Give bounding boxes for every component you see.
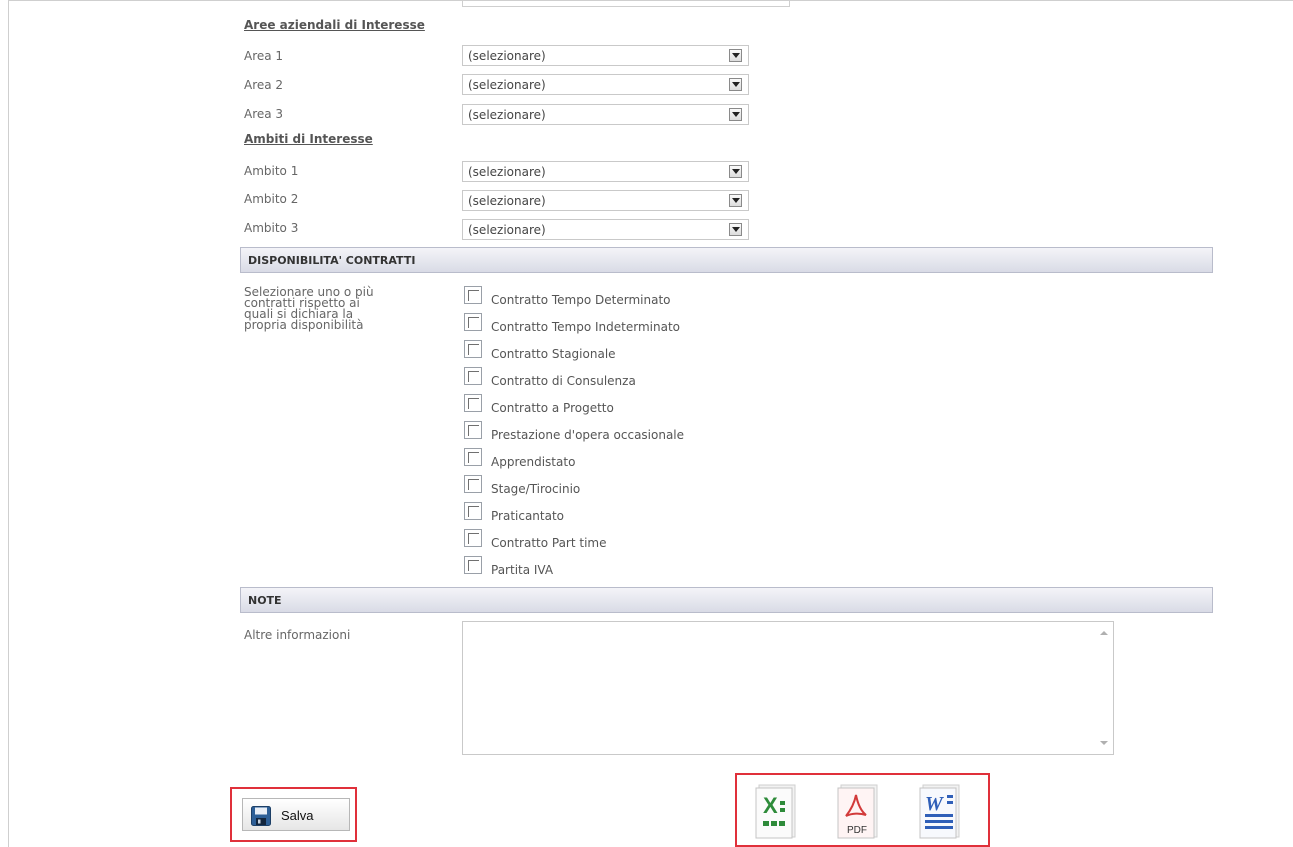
- contract-option-label: Stage/Tirocinio: [491, 482, 581, 496]
- checkbox[interactable]: [464, 475, 482, 493]
- checkbox[interactable]: [464, 448, 482, 466]
- ambito-3-value: (selezionare): [468, 223, 546, 237]
- checkbox[interactable]: [464, 529, 482, 547]
- checkbox[interactable]: [464, 421, 482, 439]
- floppy-disk-icon: [251, 806, 271, 826]
- ambito-2-label: Ambito 2: [244, 192, 299, 206]
- save-button-label: Salva: [281, 808, 314, 823]
- pdf-icon-label: PDF: [847, 825, 867, 836]
- checkbox[interactable]: [464, 286, 482, 304]
- chevron-down-icon[interactable]: [729, 194, 742, 207]
- ambito-3-select[interactable]: (selezionare): [462, 219, 749, 240]
- ambito-1-select[interactable]: (selezionare): [462, 161, 749, 182]
- notes-textarea[interactable]: [462, 621, 1114, 755]
- area-2-select[interactable]: (selezionare): [462, 74, 749, 95]
- contract-option-label: Prestazione d'opera occasionale: [491, 428, 685, 442]
- contracts-section-header: DISPONIBILITA' CONTRATTI: [240, 247, 1213, 273]
- chevron-down-icon[interactable]: [729, 49, 742, 62]
- svg-text:X: X: [763, 793, 778, 818]
- ambito-3-label: Ambito 3: [244, 221, 299, 235]
- previous-field-bottom: [462, 0, 790, 7]
- chevron-down-icon[interactable]: [729, 165, 742, 178]
- contract-option-label: Contratto Part time: [491, 536, 607, 550]
- ambito-1-label: Ambito 1: [244, 164, 299, 178]
- contracts-help-text: Selezionare uno o più contratti rispetto…: [244, 286, 419, 332]
- contract-option-label: Partita IVA: [491, 563, 554, 577]
- contract-option-label: Apprendistato: [491, 455, 576, 469]
- contract-option-label: Contratto a Progetto: [491, 401, 614, 415]
- area-1-label: Area 1: [244, 49, 284, 63]
- chevron-down-icon[interactable]: [729, 223, 742, 236]
- checkbox[interactable]: [464, 340, 482, 358]
- area-2-label: Area 2: [244, 78, 284, 92]
- excel-export-icon[interactable]: X: [755, 783, 799, 839]
- contract-option-label: Praticantato: [491, 509, 565, 523]
- scroll-down-icon[interactable]: [1100, 741, 1108, 745]
- contract-option-label: Contratto di Consulenza: [491, 374, 636, 388]
- area-3-select[interactable]: (selezionare): [462, 104, 749, 125]
- ambito-1-value: (selezionare): [468, 165, 546, 179]
- save-button[interactable]: Salva: [242, 798, 350, 831]
- contract-option-label: Contratto Tempo Indeterminato: [491, 320, 681, 334]
- checkbox[interactable]: [464, 556, 482, 574]
- word-export-icon[interactable]: W: [919, 783, 963, 839]
- checkbox[interactable]: [464, 502, 482, 520]
- chevron-down-icon[interactable]: [729, 108, 742, 121]
- ambiti-section-title: Ambiti di Interesse: [244, 132, 373, 146]
- notes-label: Altre informazioni: [244, 628, 351, 642]
- contracts-section-title: DISPONIBILITA' CONTRATTI: [248, 254, 416, 267]
- contract-option-label: Contratto Stagionale: [491, 347, 616, 361]
- pdf-export-icon[interactable]: PDF: [837, 783, 881, 839]
- scrollbar[interactable]: [1095, 622, 1113, 754]
- areas-section-title: Aree aziendali di Interesse: [244, 18, 425, 32]
- notes-section-title: NOTE: [248, 594, 282, 607]
- scroll-up-icon[interactable]: [1100, 631, 1108, 635]
- area-3-value: (selezionare): [468, 108, 546, 122]
- svg-text:W: W: [925, 793, 944, 815]
- area-1-select[interactable]: (selezionare): [462, 45, 749, 66]
- chevron-down-icon[interactable]: [729, 78, 742, 91]
- checkbox[interactable]: [464, 313, 482, 331]
- area-2-value: (selezionare): [468, 78, 546, 92]
- ambito-2-select[interactable]: (selezionare): [462, 190, 749, 211]
- checkbox[interactable]: [464, 367, 482, 385]
- ambito-2-value: (selezionare): [468, 194, 546, 208]
- contract-option-label: Contratto Tempo Determinato: [491, 293, 671, 307]
- contracts-help-line: propria disponibilità: [244, 318, 364, 332]
- area-1-value: (selezionare): [468, 49, 546, 63]
- area-3-label: Area 3: [244, 107, 284, 121]
- notes-section-header: NOTE: [240, 587, 1213, 613]
- checkbox[interactable]: [464, 394, 482, 412]
